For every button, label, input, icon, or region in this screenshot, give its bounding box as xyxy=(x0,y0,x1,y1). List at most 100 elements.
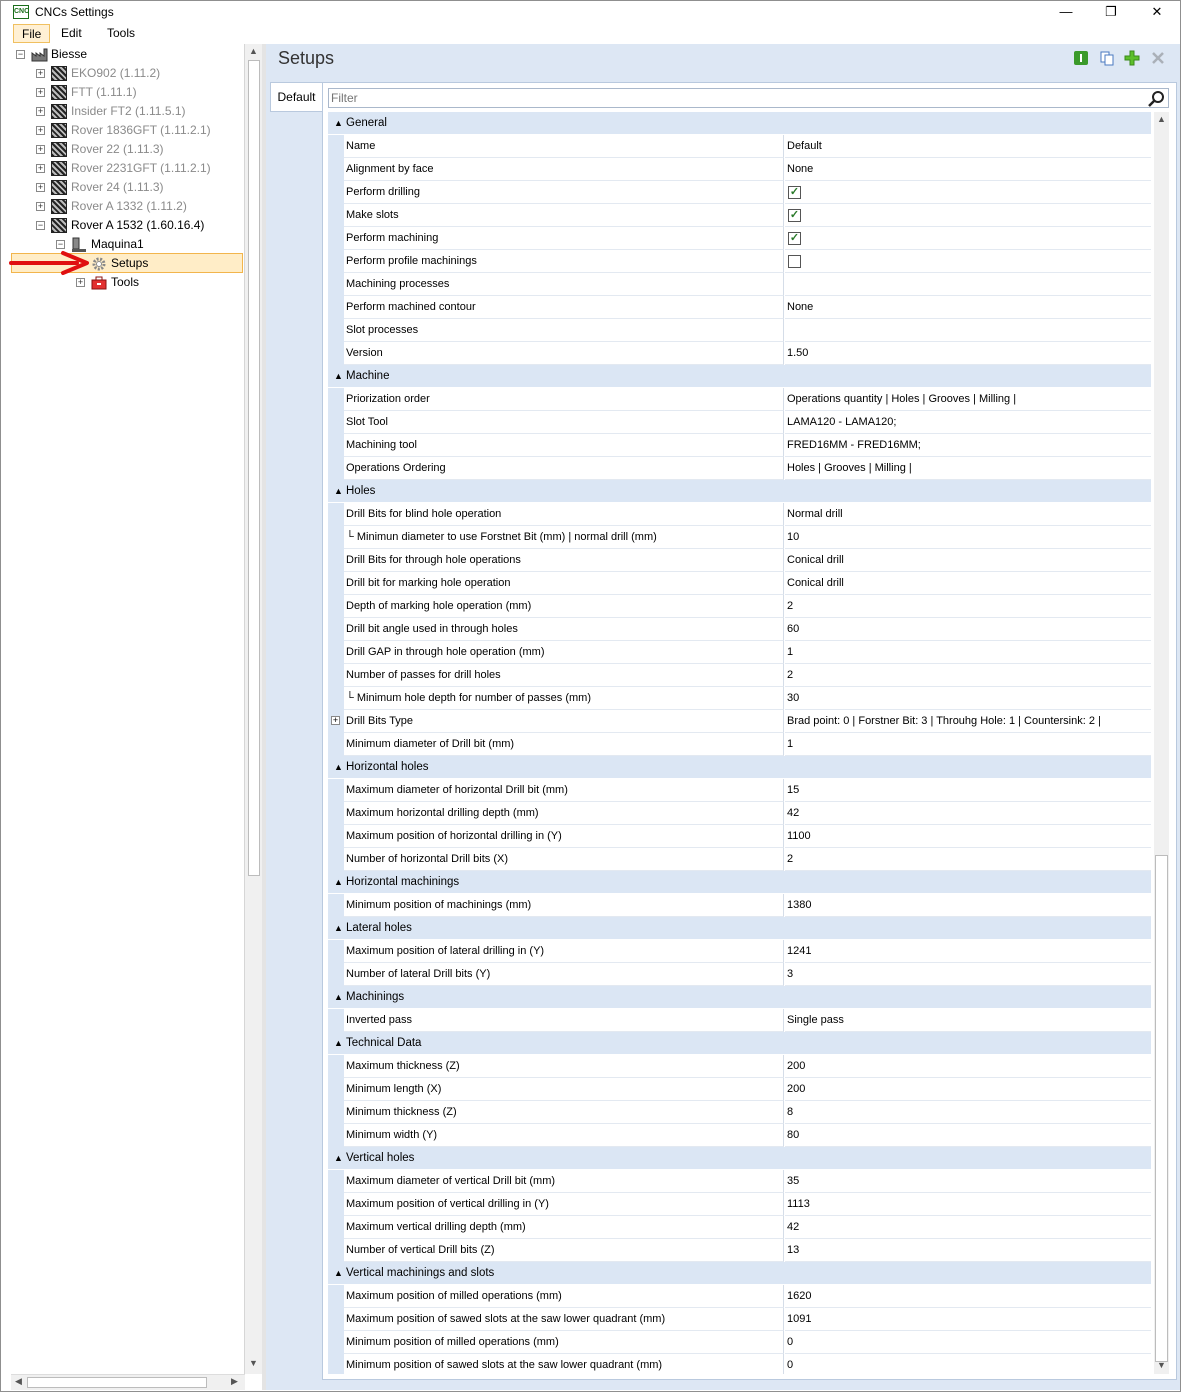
collapse-icon[interactable]: − xyxy=(36,221,45,230)
property-row[interactable]: Perform machining ✓ xyxy=(328,227,1151,250)
collapse-chevron-icon[interactable]: ▲ xyxy=(334,485,344,497)
property-row[interactable]: Perform profile machinings xyxy=(328,250,1151,273)
property-value[interactable]: 2 xyxy=(785,664,1151,687)
property-row[interactable]: Minimum width (Y) 80 xyxy=(328,1124,1151,1147)
property-row[interactable]: Maximum position of vertical drilling in… xyxy=(328,1193,1151,1216)
category-header[interactable]: ▲ Horizontal holes xyxy=(328,756,1151,779)
property-row[interactable]: Maximum position of milled operations (m… xyxy=(328,1285,1151,1308)
collapse-chevron-icon[interactable]: ▲ xyxy=(334,370,344,382)
tree-node-machine[interactable]: + Rover A 1332 (1.11.2) xyxy=(11,197,241,216)
expand-icon[interactable]: + xyxy=(36,202,45,211)
property-row[interactable]: Maximum position of sawed slots at the s… xyxy=(328,1308,1151,1331)
tree-node-machine[interactable]: + Rover 2231GFT (1.11.2.1) xyxy=(11,159,241,178)
property-value[interactable]: 1380 xyxy=(785,894,1151,917)
property-row[interactable]: └ Minimum hole depth for number of passe… xyxy=(328,687,1151,710)
property-row[interactable]: Minimum diameter of Drill bit (mm) 1 xyxy=(328,733,1151,756)
property-value[interactable] xyxy=(785,319,1151,342)
menu-file[interactable]: File xyxy=(13,24,51,43)
property-row[interactable]: Number of passes for drill holes 2 xyxy=(328,664,1151,687)
tree-horizontal-scrollbar[interactable]: ◀ ▶ xyxy=(11,1374,245,1390)
property-value[interactable]: Conical drill xyxy=(785,572,1151,595)
property-row[interactable]: Alignment by face None xyxy=(328,158,1151,181)
category-header[interactable]: ▲ Vertical holes xyxy=(328,1147,1151,1170)
property-value[interactable]: 35 xyxy=(785,1170,1151,1193)
property-value[interactable]: 3 xyxy=(785,963,1151,986)
property-value[interactable]: 1 xyxy=(785,641,1151,664)
property-value[interactable]: Brad point: 0 | Forstner Bit: 3 | Throuh… xyxy=(785,710,1151,733)
expand-icon[interactable]: + xyxy=(36,183,45,192)
property-value[interactable]: Operations quantity | Holes | Grooves | … xyxy=(785,388,1151,411)
collapse-chevron-icon[interactable]: ▲ xyxy=(334,991,344,1003)
property-value[interactable]: Holes | Grooves | Milling | xyxy=(785,457,1151,480)
property-row[interactable]: Slot Tool LAMA120 - LAMA120; xyxy=(328,411,1151,434)
property-row[interactable]: Depth of marking hole operation (mm) 2 xyxy=(328,595,1151,618)
property-value[interactable]: 80 xyxy=(785,1124,1151,1147)
property-value[interactable]: 1100 xyxy=(785,825,1151,848)
tree-node-machine[interactable]: + EKO902 (1.11.2) xyxy=(11,64,241,83)
category-header[interactable]: ▲ Horizontal machinings xyxy=(328,871,1151,894)
property-value[interactable]: Default xyxy=(785,135,1151,158)
scroll-up-icon[interactable]: ▲ xyxy=(1157,114,1166,124)
expand-icon[interactable]: + xyxy=(36,69,45,78)
property-value[interactable] xyxy=(785,250,1151,273)
checkbox[interactable] xyxy=(788,255,801,268)
property-row[interactable]: Drill GAP in through hole operation (mm)… xyxy=(328,641,1151,664)
collapse-chevron-icon[interactable]: ▲ xyxy=(334,1152,344,1164)
property-row[interactable]: Maximum vertical drilling depth (mm) 42 xyxy=(328,1216,1151,1239)
category-header[interactable]: ▲ General xyxy=(328,112,1151,135)
property-row[interactable]: Maximum position of lateral drilling in … xyxy=(328,940,1151,963)
checkbox[interactable]: ✓ xyxy=(788,209,801,222)
checkbox[interactable]: ✓ xyxy=(788,186,801,199)
property-row[interactable]: Drill bit for marking hole operation Coni… xyxy=(328,572,1151,595)
property-value[interactable]: None xyxy=(785,158,1151,181)
property-row[interactable]: Machining tool FRED16MM - FRED16MM; xyxy=(328,434,1151,457)
category-header[interactable]: ▲ Technical Data xyxy=(328,1032,1151,1055)
property-row[interactable]: Operations Ordering Holes | Grooves | Mil… xyxy=(328,457,1151,480)
property-value[interactable]: 2 xyxy=(785,848,1151,871)
category-header[interactable]: ▲ Machinings xyxy=(328,986,1151,1009)
property-value[interactable]: Single pass xyxy=(785,1009,1151,1032)
property-row[interactable]: Perform drilling ✓ xyxy=(328,181,1151,204)
tree-hscroll-thumb[interactable] xyxy=(27,1377,207,1388)
property-row[interactable]: Minimum position of sawed slots at the s… xyxy=(328,1354,1151,1374)
filter-input[interactable] xyxy=(331,90,1131,106)
property-row[interactable]: Inverted pass Single pass xyxy=(328,1009,1151,1032)
property-value[interactable]: FRED16MM - FRED16MM; xyxy=(785,434,1151,457)
expand-icon[interactable]: + xyxy=(36,164,45,173)
property-value[interactable]: 60 xyxy=(785,618,1151,641)
collapse-chevron-icon[interactable]: ▲ xyxy=(334,761,344,773)
category-header[interactable]: ▲ Lateral holes xyxy=(328,917,1151,940)
scroll-down-icon[interactable]: ▼ xyxy=(1157,1360,1166,1370)
scroll-right-icon[interactable]: ▶ xyxy=(231,1376,238,1387)
property-value[interactable]: 1620 xyxy=(785,1285,1151,1308)
collapse-icon[interactable]: − xyxy=(16,50,25,59)
collapse-icon[interactable]: − xyxy=(56,240,65,249)
property-value[interactable]: 10 xyxy=(785,526,1151,549)
menu-edit[interactable]: Edit xyxy=(53,24,90,43)
property-row[interactable]: Make slots ✓ xyxy=(328,204,1151,227)
property-value[interactable]: 13 xyxy=(785,1239,1151,1262)
property-value[interactable]: 1091 xyxy=(785,1308,1151,1331)
expand-icon[interactable]: + xyxy=(76,278,85,287)
collapse-chevron-icon[interactable]: ▲ xyxy=(334,876,344,888)
scroll-up-icon[interactable]: ▲ xyxy=(249,46,258,56)
category-header[interactable]: ▲ Holes xyxy=(328,480,1151,503)
add-icon[interactable] xyxy=(1124,50,1140,66)
collapse-chevron-icon[interactable]: ▲ xyxy=(334,1267,344,1279)
tree-node-machine[interactable]: + Rover 1836GFT (1.11.2.1) xyxy=(11,121,241,140)
property-row[interactable]: Number of horizontal Drill bits (X) 2 xyxy=(328,848,1151,871)
info-icon[interactable] xyxy=(1073,50,1089,66)
property-row[interactable]: └ Minimun diameter to use Forstnet Bit (… xyxy=(328,526,1151,549)
property-value[interactable] xyxy=(785,227,1151,250)
tree-node-biesse[interactable]: − Biesse xyxy=(11,45,241,64)
property-value[interactable]: 1241 xyxy=(785,940,1151,963)
property-value[interactable]: 30 xyxy=(785,687,1151,710)
property-row[interactable]: + Drill Bits Type Brad point: 0 | Forstner… xyxy=(328,710,1151,733)
property-row[interactable]: Priorization order Operations quantity | … xyxy=(328,388,1151,411)
property-value[interactable]: 0 xyxy=(785,1354,1151,1374)
property-row[interactable]: Minimum position of milled operations (m… xyxy=(328,1331,1151,1354)
tree-vertical-scrollbar[interactable]: ▲ ▼ xyxy=(245,44,262,1374)
property-row[interactable]: Number of lateral Drill bits (Y) 3 xyxy=(328,963,1151,986)
property-value[interactable] xyxy=(785,181,1151,204)
property-row[interactable]: Perform machined contour None xyxy=(328,296,1151,319)
